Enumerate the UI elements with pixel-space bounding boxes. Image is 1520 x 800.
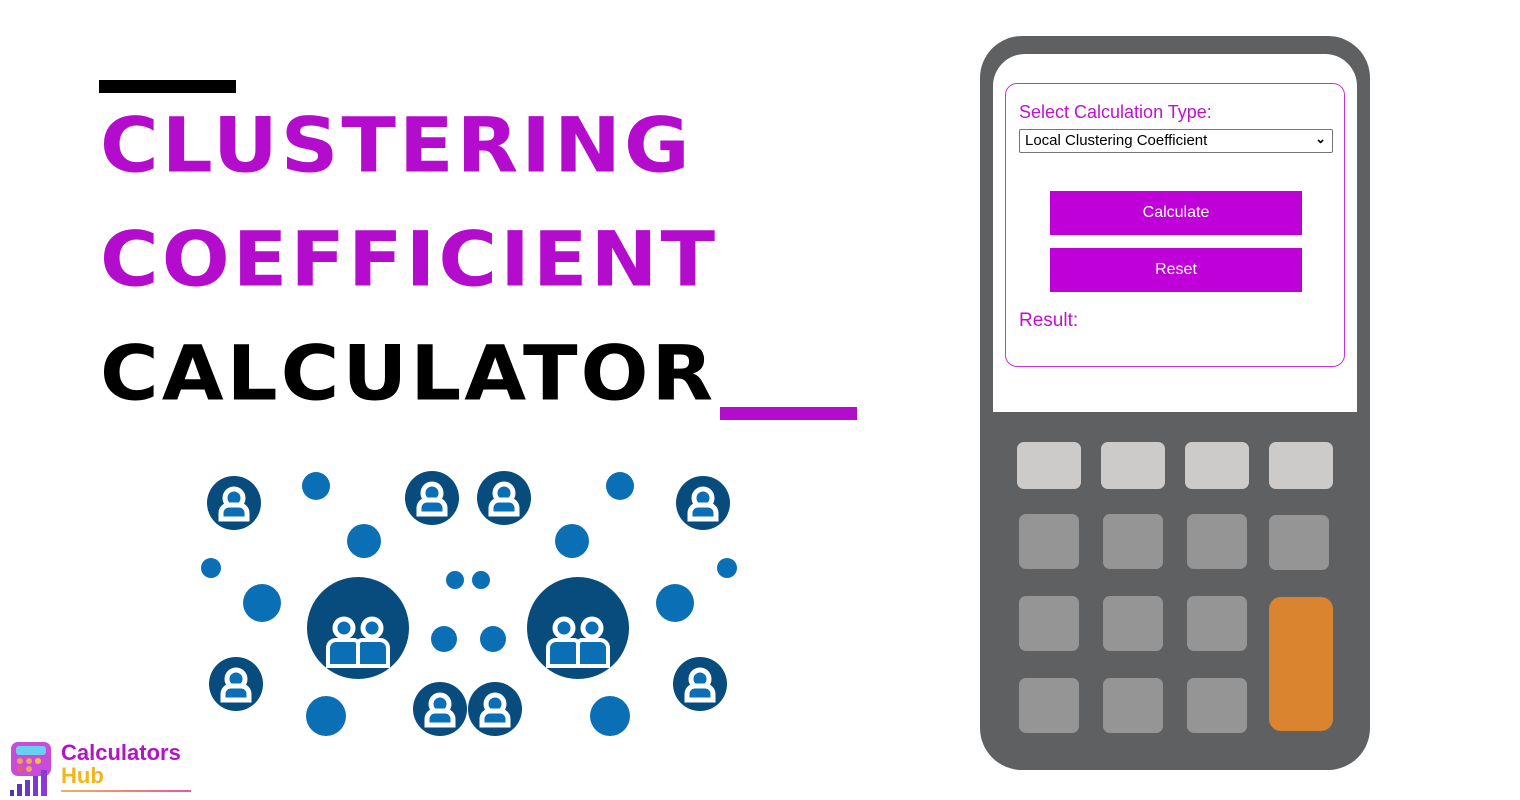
- chevron-down-icon: ⌄: [1315, 131, 1326, 146]
- person-node-icon: [405, 471, 459, 525]
- calculator-key: [1019, 514, 1079, 569]
- calculators-hub-logo[interactable]: Calculators Hub: [6, 738, 196, 800]
- node-dot: [555, 524, 589, 558]
- calculator-key: [1103, 678, 1163, 733]
- calculator-key: [1187, 596, 1247, 651]
- calculation-type-select[interactable]: Local Clustering Coefficient ⌄: [1019, 129, 1333, 153]
- person-node-icon: [413, 682, 467, 736]
- person-node-icon: [468, 682, 522, 736]
- logo-text-hub: Hub: [61, 763, 104, 788]
- network-illustration: [201, 471, 737, 736]
- calculator-key: [1187, 678, 1247, 733]
- calculator-key: [1019, 596, 1079, 651]
- group-node-icon: [527, 577, 629, 679]
- node-dot: [590, 696, 630, 736]
- calculator-key: [1269, 515, 1329, 570]
- calculator-key: [1017, 442, 1081, 489]
- person-node-icon: [209, 657, 263, 711]
- logo-text-calculators: Calculators: [61, 740, 181, 765]
- node-dot: [480, 626, 506, 652]
- calculator-form: Select Calculation Type: Local Clusterin…: [1005, 83, 1345, 367]
- logo-underline: [61, 790, 191, 792]
- calculator-key-equals: [1269, 597, 1333, 731]
- person-node-icon: [477, 471, 531, 525]
- calculator-key: [1019, 678, 1079, 733]
- person-node-icon: [676, 476, 730, 530]
- calculator-key: [1185, 442, 1249, 489]
- node-dot: [431, 626, 457, 652]
- result-label: Result:: [1019, 310, 1079, 331]
- person-node-icon: [673, 657, 727, 711]
- select-value: Local Clustering Coefficient: [1025, 132, 1208, 149]
- calculator-device: Select Calculation Type: Local Clusterin…: [980, 36, 1370, 770]
- reset-button[interactable]: Reset: [1050, 248, 1302, 292]
- node-dot: [201, 558, 221, 578]
- select-label: Select Calculation Type:: [1019, 102, 1212, 122]
- calculator-key: [1101, 442, 1165, 489]
- calculator-key: [1103, 596, 1163, 651]
- calculator-key: [1103, 514, 1163, 569]
- node-dot: [243, 584, 281, 622]
- person-node-icon: [207, 476, 261, 530]
- calculate-button[interactable]: Calculate: [1050, 191, 1302, 235]
- node-dot: [347, 524, 381, 558]
- calculator-key: [1269, 442, 1333, 489]
- node-dot: [302, 472, 330, 500]
- node-dot: [446, 571, 464, 589]
- calculator-chart-logo-icon: [10, 742, 51, 796]
- node-dot: [306, 696, 346, 736]
- node-dot: [606, 472, 634, 500]
- node-dot: [472, 571, 490, 589]
- calculator-key: [1187, 514, 1247, 569]
- calculator-screen: Select Calculation Type: Local Clusterin…: [993, 54, 1357, 412]
- group-node-icon: [307, 577, 409, 679]
- node-dot: [717, 558, 737, 578]
- node-dot: [656, 584, 694, 622]
